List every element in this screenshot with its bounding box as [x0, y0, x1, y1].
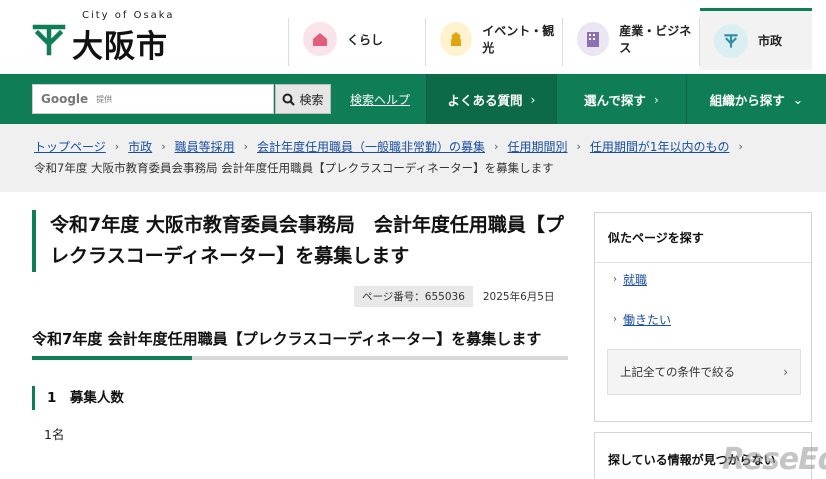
chevron-right-icon: › [530, 91, 536, 107]
green-menu: よくある質問 › 選んで探す › 組織から探す ⌄ [426, 74, 826, 124]
chevron-down-icon: ⌄ [792, 91, 804, 107]
search-icon [282, 93, 296, 106]
menu-organization[interactable]: 組織から探す ⌄ [686, 74, 826, 124]
nav-business[interactable]: 産業・ビジネス [563, 8, 699, 70]
breadcrumb-link[interactable]: 会計年度任用職員（一般職非常勤）の募集 [257, 138, 485, 155]
page-number: ページ番号：655036 [354, 286, 473, 307]
nav-event[interactable]: イベント・観光 [426, 8, 562, 70]
breadcrumb-link[interactable]: 職員等採用 [175, 138, 235, 155]
site-logo[interactable]: City of Osaka 大阪市 [32, 8, 192, 65]
search-button-label: 検索 [299, 92, 324, 107]
chevron-right-icon: › [114, 139, 120, 153]
menu-faq[interactable]: よくある質問 › [426, 74, 556, 124]
nav-label: イベント・観光 [482, 24, 555, 55]
filter-button-label: 上記全ての条件で絞る [620, 365, 735, 379]
breadcrumb-link[interactable]: 任用期間が1年以内のもの [590, 138, 730, 155]
recruit-count: 1名 [44, 427, 65, 442]
nav-label: 市政 [758, 34, 783, 48]
similar-pages-panel: 似たページを探す › 就職 › 働きたい 上記全ての条件で絞る › [594, 212, 812, 422]
house-icon [303, 22, 337, 56]
subsection-heading: 1 募集人数 [32, 386, 568, 410]
page-title-block: 令和7年度 大阪市教育委員会事務局 会計年度任用職員【プレクラスコーディネーター… [32, 210, 568, 272]
nav-label: くらし [347, 32, 384, 47]
menu-choose-label: 選んで探す [584, 92, 646, 108]
chevron-right-icon: › [653, 91, 659, 107]
osaka-city-mark-icon [32, 24, 66, 56]
similar-link-shushoku[interactable]: › 就職 [613, 271, 647, 288]
menu-organization-label: 組織から探す [709, 92, 785, 108]
breadcrumb: トップページ › 市政 › 職員等採用 › 会計年度任用職員（一般職非常勤）の募集 › … [0, 124, 826, 192]
search-help-link[interactable]: 検索ヘルプ [350, 91, 410, 108]
top-navigation: くらし イベント・観光 産業・ビジネス 市政 [288, 8, 812, 74]
chevron-right-icon: › [783, 365, 788, 379]
building-icon [577, 22, 610, 56]
page-meta: ページ番号：655036 2025年6月5日 [354, 286, 554, 307]
page-title: 令和7年度 大阪市教育委員会事務局 会計年度任用職員【プレクラスコーディネーター… [50, 214, 564, 267]
publish-date: 2025年6月5日 [482, 291, 555, 303]
nav-kurashi[interactable]: くらし [289, 8, 425, 70]
chevron-right-icon: › [161, 139, 166, 153]
breadcrumb-link[interactable]: 市政 [128, 138, 152, 155]
breadcrumb-link[interactable]: 任用期間別 [507, 138, 567, 155]
chevron-right-icon: › [738, 139, 743, 153]
menu-faq-label: よくある質問 [447, 92, 523, 108]
chevron-right-icon: › [243, 139, 249, 153]
site-header: City of Osaka 大阪市 くらし イベント・観光 産業・ビジネス 市政 [0, 0, 826, 74]
similar-link-label: 就職 [623, 273, 648, 287]
castle-icon [440, 22, 473, 56]
similar-link-hatarakitai[interactable]: › 働きたい [613, 311, 671, 328]
section-heading: 令和7年度 会計年度任用職員【プレクラスコーディネーター】を募集します [32, 330, 542, 348]
search-button[interactable]: 検索 [275, 84, 331, 114]
chevron-right-icon: › [613, 314, 617, 325]
logo-text: 大阪市 [72, 29, 168, 65]
chevron-right-icon: › [576, 139, 581, 153]
chevron-right-icon: › [613, 274, 617, 285]
nav-shisei[interactable]: 市政 [700, 8, 812, 70]
chevron-right-icon: › [494, 139, 499, 153]
search-bar: Google 提供 検索 検索ヘルプ よくある質問 › 選んで探す › 組織から探す… [0, 74, 826, 124]
breadcrumb-link[interactable]: トップページ [34, 138, 106, 155]
google-label: Google [41, 92, 89, 106]
search-input[interactable]: Google 提供 [32, 84, 274, 114]
google-sub-label: 提供 [96, 94, 113, 104]
similar-pages-heading: 似たページを探す [595, 213, 811, 263]
heading-divider-accent [32, 356, 192, 360]
similar-link-label: 働きたい [623, 313, 672, 327]
logo-subtitle: City of Osaka [82, 10, 175, 21]
city-mark-icon [714, 23, 748, 58]
nav-label: 産業・ビジネス [619, 24, 692, 55]
breadcrumb-current: 令和7年度 大阪市教育委員会事務局 会計年度任用職員【プレクラスコーディネーター… [34, 161, 554, 175]
filter-all-conditions-button[interactable]: 上記全ての条件で絞る › [607, 349, 801, 395]
watermark-logo: ReseEd [722, 442, 826, 477]
menu-choose[interactable]: 選んで探す › [556, 74, 686, 124]
